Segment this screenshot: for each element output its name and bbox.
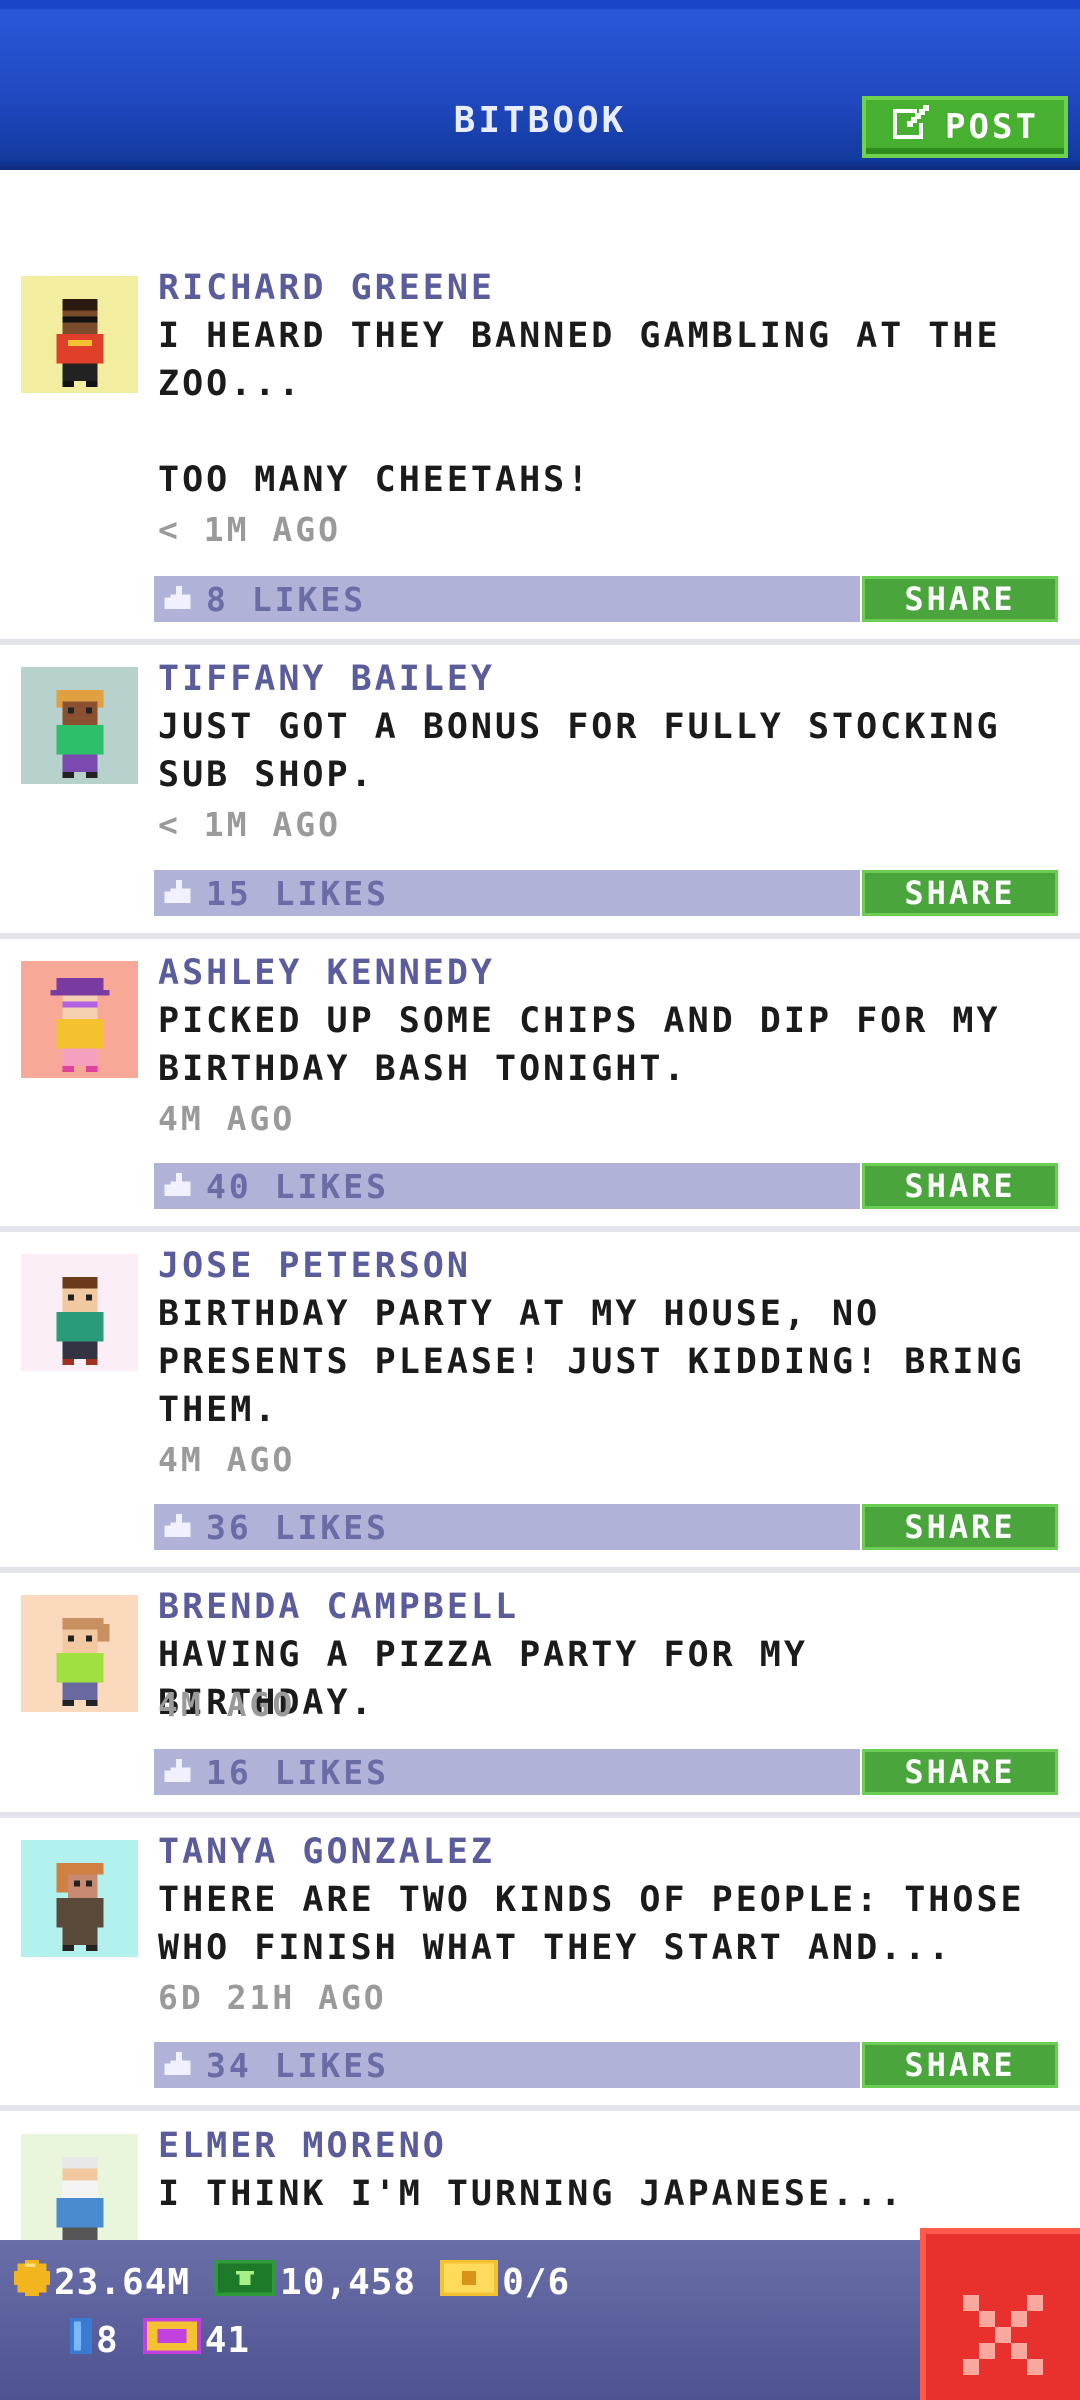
likes-count: 36 LIKES	[206, 1507, 389, 1547]
feed-post: JOSE PETERSON BIRTHDAY PARTY AT MY HOUSE…	[0, 1232, 1080, 1573]
post-time: 4M AGO	[158, 1099, 296, 1138]
post-text: THERE ARE TWO KINDS OF PEOPLE: THOSE WHO…	[158, 1880, 1025, 1968]
likes-count: 8 LIKES	[206, 579, 367, 619]
thumbs-up-icon	[164, 1514, 191, 1538]
post-time: < 1M AGO	[158, 805, 341, 844]
vip-icon	[142, 2318, 201, 2363]
thumbs-up-icon	[164, 2052, 191, 2076]
post-author[interactable]: ELMER MORENO	[158, 2126, 447, 2166]
share-button[interactable]: SHARE	[862, 1163, 1058, 1209]
keys-value: 8	[96, 2320, 119, 2361]
post-text: BIRTHDAY PARTY AT MY HOUSE, NO PRESENTS …	[158, 1294, 1025, 1430]
likes-count: 40 LIKES	[206, 1166, 389, 1206]
post-button[interactable]: POST	[862, 96, 1068, 158]
thumbs-up-icon	[164, 586, 191, 610]
post-text: I HEARD THEY BANNED GAMBLING AT THE ZOO.…	[158, 316, 1001, 500]
currency-row: 23.64M 10,458 0/6	[14, 2260, 570, 2305]
post-author[interactable]: TANYA GONZALEZ	[158, 1832, 495, 1872]
edit-icon	[891, 103, 931, 152]
thumbs-up-icon	[164, 1173, 191, 1197]
share-button[interactable]: SHARE	[862, 2042, 1058, 2088]
avatar	[21, 2134, 138, 2240]
share-button[interactable]: SHARE	[862, 576, 1058, 622]
likes-bar[interactable]: 36 LIKES	[154, 1504, 860, 1550]
bux-icon	[214, 2260, 276, 2305]
currency-row: 8 41	[70, 2318, 250, 2363]
post-time: 4M AGO	[158, 1685, 296, 1724]
likes-bar[interactable]: 8 LIKES	[154, 576, 860, 622]
feed-post: RICHARD GREENE I HEARD THEY BANNED GAMBL…	[0, 170, 1080, 645]
coins-value: 23.64M	[54, 2262, 191, 2303]
bux-value: 10,458	[280, 2262, 417, 2303]
share-button[interactable]: SHARE	[862, 870, 1058, 916]
post-author[interactable]: JOSE PETERSON	[158, 1246, 471, 1286]
thumbs-up-icon	[164, 1759, 191, 1783]
avatar	[21, 1840, 138, 1957]
likes-bar[interactable]: 34 LIKES	[154, 2042, 860, 2088]
close-button[interactable]	[920, 2228, 1080, 2400]
feed-post: BRENDA CAMPBELL HAVING A PIZZA PARTY FOR…	[0, 1573, 1080, 1818]
likes-count: 15 LIKES	[206, 873, 389, 913]
feed-post: TANYA GONZALEZ THERE ARE TWO KINDS OF PE…	[0, 1818, 1080, 2112]
feed-post: TIFFANY BAILEY JUST GOT A BONUS FOR FULL…	[0, 645, 1080, 939]
tickets-value: 0/6	[502, 2262, 571, 2303]
post-time: 4M AGO	[158, 1440, 296, 1479]
post-text: JUST GOT A BONUS FOR FULLY STOCKING SUB …	[158, 707, 1001, 795]
post-author[interactable]: RICHARD GREENE	[158, 268, 495, 308]
post-text: PICKED UP SOME CHIPS AND DIP FOR MY BIRT…	[158, 1001, 1001, 1089]
vip-value: 41	[204, 2320, 251, 2361]
post-time: < 1M AGO	[158, 510, 341, 549]
avatar	[21, 1254, 138, 1371]
likes-bar[interactable]: 16 LIKES	[154, 1749, 860, 1795]
post-author[interactable]: BRENDA CAMPBELL	[158, 1587, 519, 1627]
likes-bar[interactable]: 40 LIKES	[154, 1163, 860, 1209]
avatar	[21, 276, 138, 393]
avatar	[21, 667, 138, 784]
feed-post: ELMER MORENO I THINK I'M TURNING JAPANES…	[0, 2112, 1080, 2240]
post-time: 6D 21H AGO	[158, 1978, 387, 2017]
likes-count: 34 LIKES	[206, 2045, 389, 2085]
thumbs-up-icon	[164, 880, 191, 904]
coin-icon	[14, 2260, 50, 2305]
currency-bar: 23.64M 10,458 0/6 8 41	[0, 2240, 1080, 2400]
likes-count: 16 LIKES	[206, 1752, 389, 1792]
key-icon	[70, 2318, 92, 2363]
feed[interactable]: RICHARD GREENE I HEARD THEY BANNED GAMBL…	[0, 170, 1080, 2240]
feed-post: ASHLEY KENNEDY PICKED UP SOME CHIPS AND …	[0, 939, 1080, 1232]
post-author[interactable]: ASHLEY KENNEDY	[158, 953, 495, 993]
share-button[interactable]: SHARE	[862, 1504, 1058, 1550]
post-button-label: POST	[945, 107, 1039, 147]
close-icon	[963, 2255, 1043, 2379]
ticket-icon	[440, 2260, 498, 2305]
post-author[interactable]: TIFFANY BAILEY	[158, 659, 495, 699]
post-text: I THINK I'M TURNING JAPANESE...	[158, 2174, 905, 2214]
avatar	[21, 1595, 138, 1712]
share-button[interactable]: SHARE	[862, 1749, 1058, 1795]
likes-bar[interactable]: 15 LIKES	[154, 870, 860, 916]
top-bar: BITBOOK POST	[0, 0, 1080, 170]
divider	[0, 2105, 1080, 2111]
avatar	[21, 961, 138, 1078]
